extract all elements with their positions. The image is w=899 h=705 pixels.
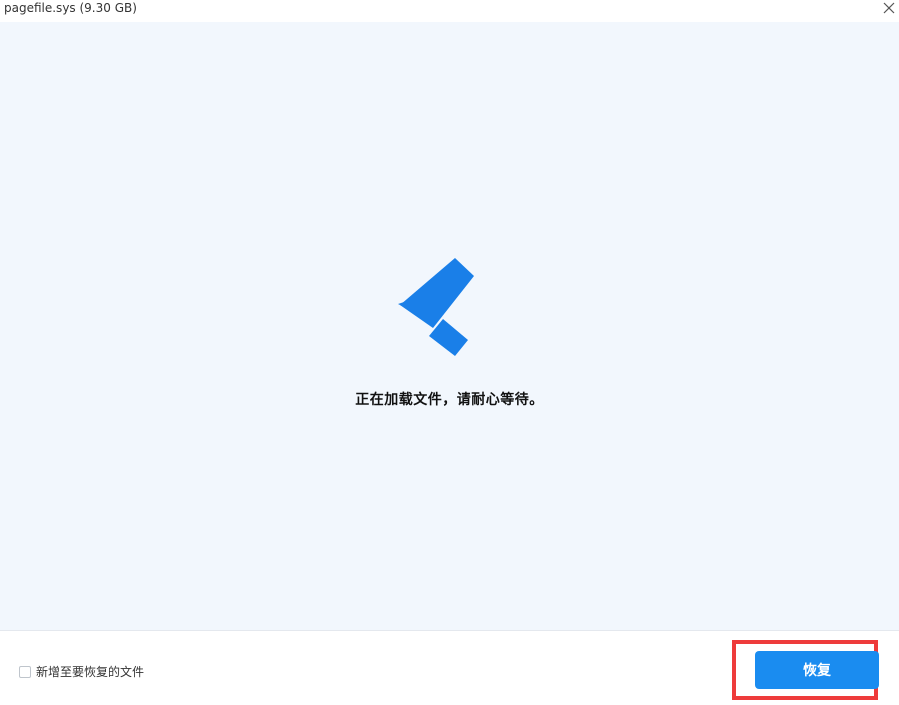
loading-logo-icon	[398, 258, 474, 356]
footer-bar: 新增至要恢复的文件 恢复	[0, 631, 899, 705]
checkbox-label: 新增至要恢复的文件	[36, 665, 145, 679]
close-icon	[883, 2, 895, 14]
checkbox-box[interactable]	[19, 665, 31, 678]
loading-message: 正在加载文件，请耐心等待。	[355, 392, 544, 408]
window-title: pagefile.sys (9.30 GB)	[4, 1, 137, 15]
file-preview-window: pagefile.sys (9.30 GB) 正在加载文件，请耐心等待。 新增至…	[0, 0, 899, 705]
close-button[interactable]	[877, 0, 899, 16]
title-bar: pagefile.sys (9.30 GB)	[0, 0, 899, 22]
recover-button[interactable]: 恢复	[755, 651, 879, 689]
preview-area: 正在加载文件，请耐心等待。	[0, 22, 899, 631]
add-to-recover-checkbox[interactable]: 新增至要恢复的文件	[19, 663, 144, 680]
